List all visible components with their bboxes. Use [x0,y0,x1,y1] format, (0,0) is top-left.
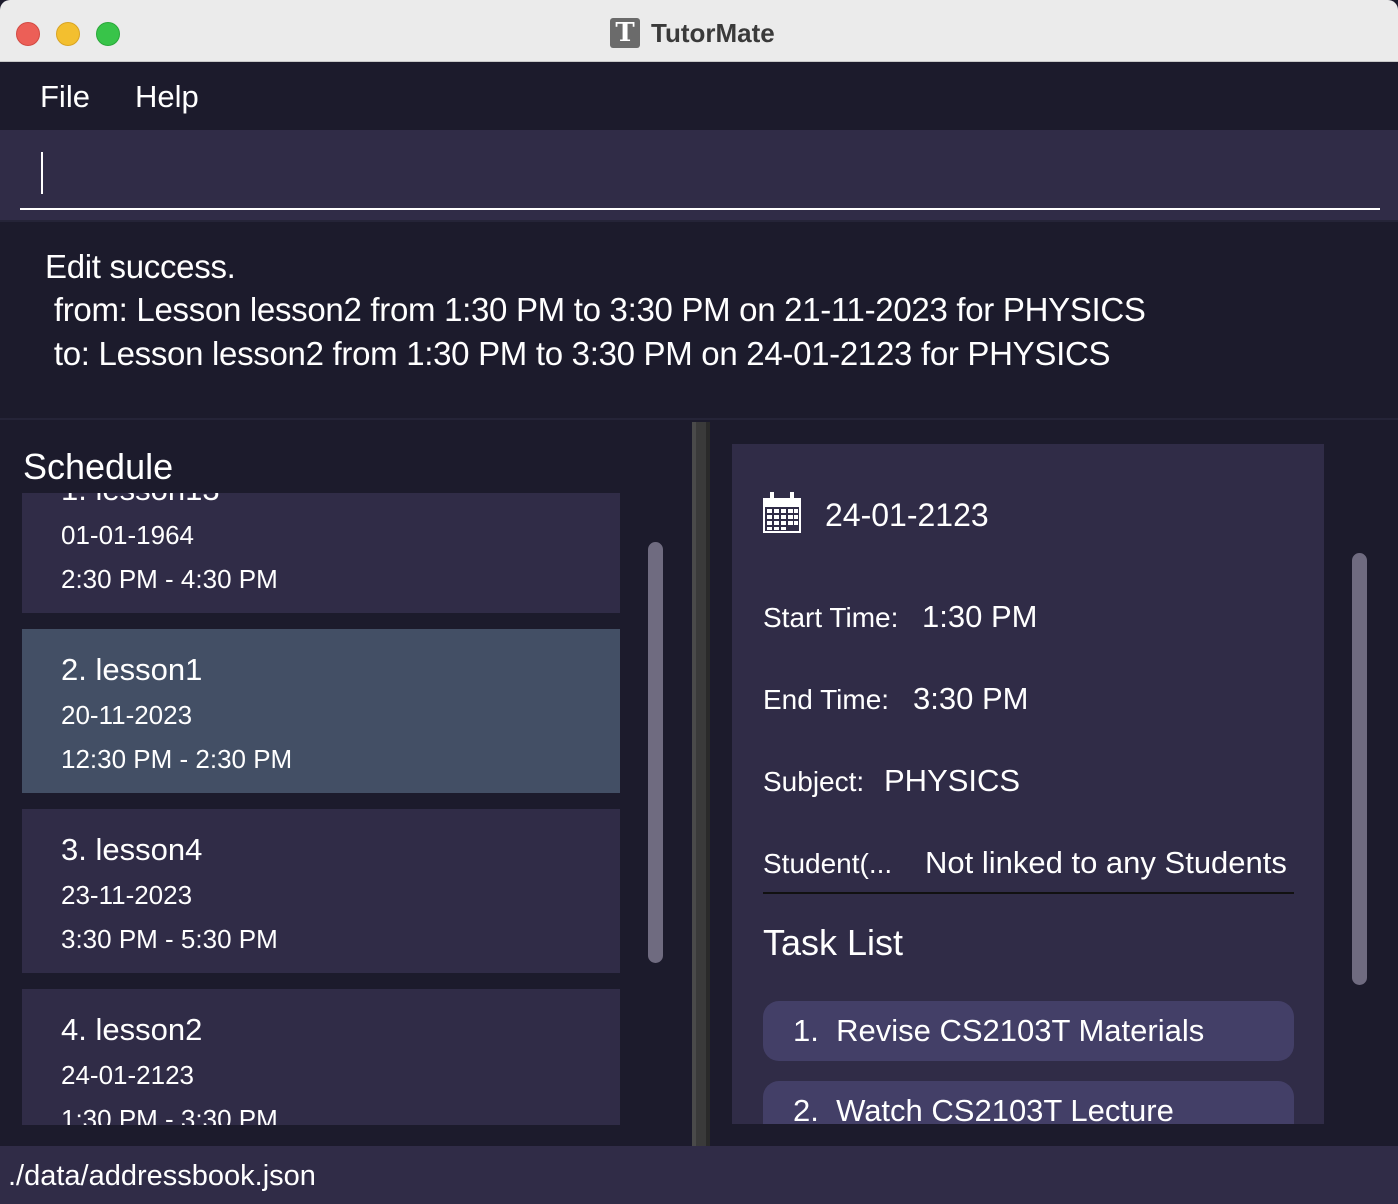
task-item[interactable]: 1. Revise CS2103T Materials [763,1001,1294,1061]
detail-scrollbar[interactable] [1352,553,1367,985]
result-line: from: Lesson lesson2 from 1:30 PM to 3:3… [45,291,1146,328]
lesson-date: 24-01-2123 [61,1060,194,1090]
lesson-detail-panel: 24-01-2123 Start Time: 1:30 PM End Time:… [732,444,1324,1124]
start-time-label: Start Time: [763,602,899,633]
lesson-list-scrollbar[interactable] [648,542,663,963]
split-pane-divider[interactable] [692,422,710,1146]
close-window-button[interactable] [16,22,40,46]
lesson-date: 01-01-1964 [61,520,194,550]
data-file-path: ./data/addressbook.json [8,1160,316,1192]
task-list-title: Task List [763,922,904,963]
lesson-date: 20-11-2023 [61,700,193,730]
task-label: 2. Watch CS2103T Lecture [793,1093,1174,1124]
zoom-window-button[interactable] [96,22,120,46]
lesson-card[interactable]: 3. lesson4 23-11-2023 3:30 PM - 5:30 PM [22,809,620,973]
lesson-card-selected[interactable]: 2. lesson1 20-11-2023 12:30 PM - 2:30 PM [22,629,620,793]
lesson-date: 23-11-2023 [61,880,193,910]
lesson-card[interactable]: 1. lesson13 01-01-1964 2:30 PM - 4:30 PM [22,493,620,613]
student-value: Not linked to any Students [925,845,1287,880]
app-logo-icon: T [610,18,640,48]
title-bar: T TutorMate [0,0,1398,62]
command-input[interactable] [20,138,1380,210]
lesson-time: 1:30 PM - 3:30 PM [61,1104,278,1125]
end-time-label: End Time: [763,684,890,715]
lesson-time: 12:30 PM - 2:30 PM [61,744,293,774]
subject-label: Subject: [763,766,865,797]
end-time-value: 3:30 PM [913,681,1029,716]
student-label: Student(... [763,848,893,879]
status-bar: ./data/addressbook.json [0,1146,1398,1204]
task-item[interactable]: 2. Watch CS2103T Lecture [763,1081,1294,1124]
lesson-name: 3. lesson4 [61,832,203,867]
menu-bar: File Help [0,63,1398,130]
detail-divider [763,892,1294,894]
lesson-date-heading: 24-01-2123 [825,497,989,533]
minimize-window-button[interactable] [56,22,80,46]
lesson-list[interactable]: 1. lesson13 01-01-1964 2:30 PM - 4:30 PM… [22,493,620,1125]
main-panel: Schedule 1. lesson13 01-01-1964 2:30 PM … [0,422,1398,1146]
lesson-name: 1. lesson13 [61,493,220,509]
command-box [0,130,1398,220]
menu-file[interactable]: File [40,78,90,116]
text-caret [41,152,43,194]
start-time-value: 1:30 PM [922,599,1038,634]
window-title: TutorMate [651,18,775,48]
task-label: 1. Revise CS2103T Materials [793,1013,1205,1048]
menu-help[interactable]: Help [135,78,199,116]
result-line: Edit success. [45,248,236,285]
lesson-card[interactable]: 4. lesson2 24-01-2123 1:30 PM - 3:30 PM [22,989,620,1125]
lesson-name: 2. lesson1 [61,652,203,687]
lesson-name: 4. lesson2 [61,1012,203,1047]
subject-value: PHYSICS [884,763,1021,798]
result-display: Edit success. from: Lesson lesson2 from … [0,220,1398,420]
lesson-time: 2:30 PM - 4:30 PM [61,564,278,594]
lesson-time: 3:30 PM - 5:30 PM [61,924,278,954]
calendar-icon [763,492,801,533]
schedule-title: Schedule [23,446,174,487]
result-line: to: Lesson lesson2 from 1:30 PM to 3:30 … [45,335,1111,372]
